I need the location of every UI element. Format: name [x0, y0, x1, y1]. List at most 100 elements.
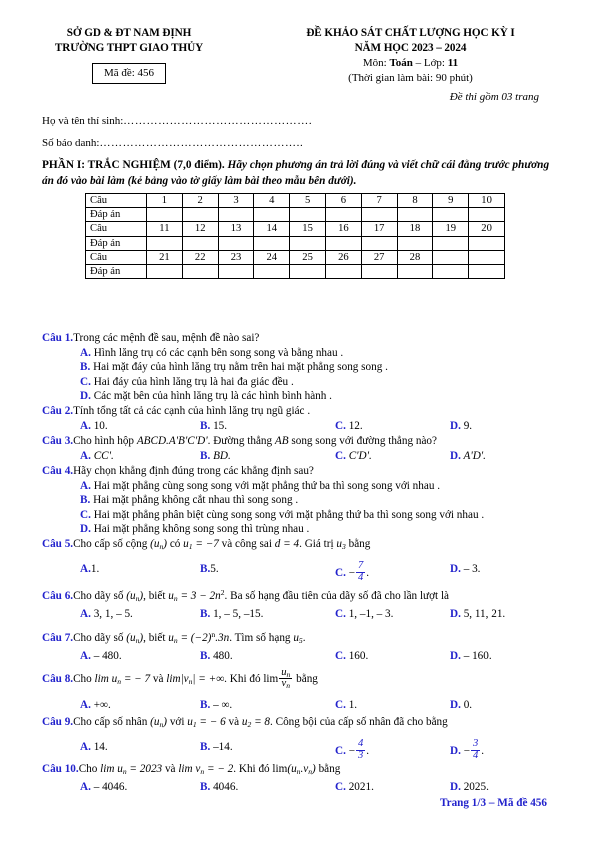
question-4: Câu 4.Hãy chọn khẳng định đúng trong các… — [42, 464, 591, 537]
option-b[interactable]: B. 480. — [200, 649, 233, 664]
question-number-cell: 21 — [146, 249, 183, 266]
answer-cell[interactable] — [217, 264, 255, 280]
option-d[interactable]: D. 5, 11, 21. — [450, 607, 505, 622]
question-number-cell: 10 — [468, 192, 505, 209]
option-a[interactable]: A. 14. — [80, 740, 108, 755]
answer-cell[interactable] — [253, 235, 291, 251]
option-a[interactable]: A. 10. — [80, 419, 108, 434]
option-b[interactable]: B. 15. — [200, 419, 227, 434]
option-d[interactable]: D. Hai mặt phẳng không song song thì trù… — [80, 522, 591, 537]
answer-cell[interactable] — [468, 264, 505, 280]
option-b[interactable]: B. 4046. — [200, 780, 238, 795]
question-number-cell: 20 — [468, 221, 505, 237]
candidate-name-label: Họ và tên thí sinh: — [42, 115, 124, 127]
duration-line: (Thời gian làm bài: 90 phút) — [348, 72, 473, 84]
option-a[interactable]: A. CC'. — [80, 449, 114, 464]
option-c-text: Hai mặt phẳng phân biệt cùng song song v… — [90, 508, 485, 521]
fraction: 74 — [356, 560, 366, 584]
option-c[interactable]: C. −4 3. — [335, 738, 369, 763]
option-b[interactable]: B. 1, – 5, –15. — [200, 607, 263, 622]
answer-cell[interactable] — [432, 264, 470, 280]
option-c[interactable]: C. C'D'. — [335, 449, 372, 464]
limit-value: = 2023 — [126, 763, 163, 775]
option-d[interactable]: D. 2025. — [450, 780, 489, 795]
question-4-stem-line: Câu 4.Hãy chọn khẳng định đúng trong các… — [42, 464, 591, 479]
option-d[interactable]: D. −3 4. — [450, 738, 484, 763]
term-formula: = 3 − 2n — [177, 590, 221, 602]
option-c[interactable]: C. 1, –1, – 3. — [335, 607, 393, 622]
option-a[interactable]: A.1. — [80, 562, 99, 577]
option-c[interactable]: C. 160. — [335, 649, 368, 664]
answer-cell[interactable] — [468, 207, 505, 223]
option-c[interactable]: C. Hai đáy của hình lăng trụ là hai đa g… — [80, 375, 591, 390]
question-3-options: A. CC'. B. BD. C. C'D'. D. A'D'. — [42, 449, 591, 464]
school-block: SỞ GD & ĐT NAM ĐỊNH TRƯỜNG THPT GIAO THỦ… — [0, 26, 250, 84]
answer-cell[interactable] — [217, 207, 255, 223]
answer-cell[interactable] — [146, 235, 183, 251]
option-b[interactable]: B. Hai mặt phẳng không cắt nhau thì song… — [80, 493, 591, 508]
question-8-stem-line: Câu 8.Cho lim un = − 7 và lim|vn| = +∞. … — [42, 667, 591, 691]
answer-cell[interactable] — [468, 235, 505, 251]
option-a[interactable]: A. Hình lăng trụ có các cạnh bên song so… — [80, 346, 591, 361]
option-a[interactable]: A. – 4046. — [80, 780, 127, 795]
option-d[interactable]: D. Các mặt bên của hình lăng trụ là các … — [80, 389, 591, 404]
question-number-cell: 15 — [289, 221, 326, 237]
question-number-cell: 3 — [217, 192, 255, 209]
option-b[interactable]: B. Hai mặt đáy của hình lăng trụ nằm trê… — [80, 360, 591, 375]
answer-cell[interactable] — [289, 207, 326, 223]
option-a[interactable]: A. Hai mặt phẳng cùng song song với mặt … — [80, 479, 591, 494]
answer-cell[interactable] — [217, 235, 255, 251]
answer-cell[interactable] — [253, 264, 291, 280]
answer-cell[interactable] — [432, 235, 470, 251]
department-name: SỞ GD & ĐT NAM ĐỊNH — [66, 27, 192, 39]
stem-part: và công sai — [218, 538, 275, 550]
option-b[interactable]: B. –14. — [200, 740, 233, 755]
answer-cell[interactable] — [396, 235, 434, 251]
option-d[interactable]: D. A'D'. — [450, 449, 486, 464]
option-c[interactable]: C. Hai mặt phẳng phân biệt cùng song son… — [80, 508, 591, 523]
answer-cell[interactable] — [146, 207, 183, 223]
answer-cell[interactable] — [396, 264, 434, 280]
option-d[interactable]: D. – 160. — [450, 649, 492, 664]
answer-cell[interactable] — [253, 207, 291, 223]
question-number-cell: 18 — [396, 221, 434, 237]
answer-cell[interactable] — [146, 264, 183, 280]
option-b[interactable]: B. BD. — [200, 449, 231, 464]
option-b-text: 5. — [210, 562, 219, 575]
option-c[interactable]: C. 2021. — [335, 780, 374, 795]
answer-cell[interactable] — [324, 264, 362, 280]
question-number-cell: 14 — [253, 221, 291, 237]
stem-part: Cho cấp số nhân — [73, 716, 151, 728]
answer-cell[interactable] — [360, 207, 398, 223]
question-number-cell: 19 — [432, 221, 470, 237]
answer-cell[interactable] — [432, 207, 470, 223]
answer-cell[interactable] — [360, 264, 398, 280]
option-c[interactable]: C. −7 4. — [335, 560, 369, 585]
answer-cell[interactable] — [289, 264, 326, 280]
question-6-options: A. 3, 1, – 5. B. 1, – 5, –15. C. 1, –1, … — [42, 607, 591, 622]
limit-expression: lim|v — [166, 672, 189, 685]
option-d[interactable]: D. 0. — [450, 698, 472, 713]
stem-part: Cho — [73, 672, 95, 685]
option-b[interactable]: B. – ∞. — [200, 698, 232, 713]
answer-cell[interactable] — [289, 235, 326, 251]
answer-cell[interactable] — [324, 235, 362, 251]
answer-cell[interactable] — [324, 207, 362, 223]
option-d[interactable]: D. – 3. — [450, 562, 480, 577]
option-a[interactable]: A. +∞. — [80, 698, 111, 713]
answer-cell[interactable] — [181, 235, 219, 251]
option-a[interactable]: A. 3, 1, – 5. — [80, 607, 133, 622]
option-d[interactable]: D. 9. — [450, 419, 472, 434]
answer-cell[interactable] — [360, 235, 398, 251]
option-b[interactable]: B.5. — [200, 562, 219, 577]
option-c[interactable]: C. 1. — [335, 698, 357, 713]
option-c[interactable]: C. 12. — [335, 419, 363, 434]
answer-cell[interactable] — [181, 207, 219, 223]
exam-code-box: Mã đề: 456 — [91, 63, 167, 84]
question-number-cell: 5 — [289, 192, 326, 209]
question-10-stem: Cho lim un = 2023 và lim vn = − 2. Khi đ… — [79, 763, 341, 776]
answer-cell[interactable] — [396, 207, 434, 223]
stem-part: và — [150, 672, 167, 685]
answer-cell[interactable] — [181, 264, 219, 280]
option-a[interactable]: A. – 480. — [80, 649, 122, 664]
